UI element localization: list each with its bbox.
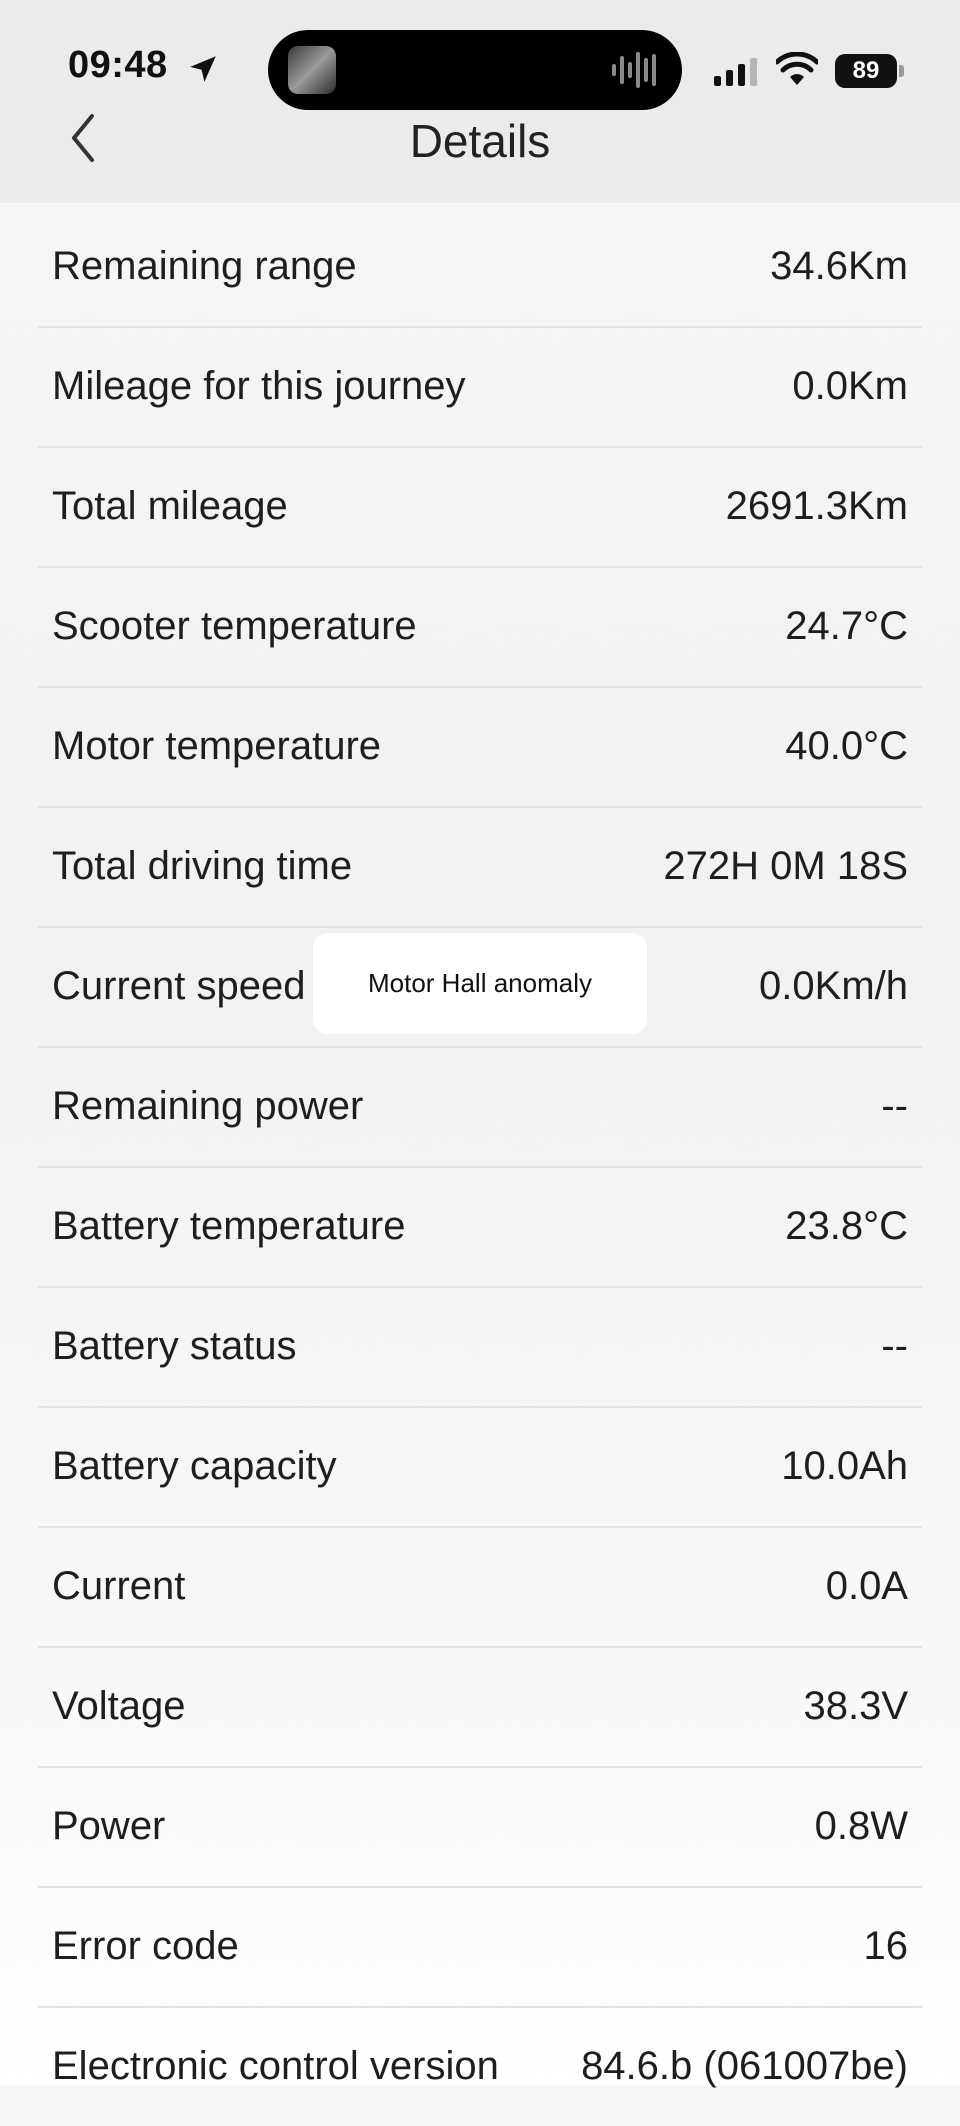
row-label: Remaining power (52, 1084, 364, 1128)
detail-row-current: Current 0.0A (38, 1528, 922, 1648)
detail-row-power: Power 0.8W (38, 1768, 922, 1888)
row-value: -- (881, 1324, 908, 1368)
row-label: Scooter temperature (52, 604, 417, 648)
battery-cap (899, 65, 904, 77)
row-value: 24.7°C (785, 604, 908, 648)
detail-row-journey-mileage: Mileage for this journey 0.0Km (38, 328, 922, 448)
row-value: 34.6Km (770, 244, 908, 288)
row-value: 38.3V (803, 1684, 908, 1728)
row-value: 2691.3Km (725, 484, 908, 528)
detail-row-total-mileage: Total mileage 2691.3Km (38, 448, 922, 568)
detail-row-electronic-control-version: Electronic control version 84.6.b (06100… (38, 2008, 922, 2126)
row-value: 0.0Km/h (759, 964, 908, 1008)
row-label: Battery temperature (52, 1204, 406, 1248)
error-toast: Motor Hall anomaly (313, 933, 647, 1034)
detail-row-scooter-temperature: Scooter temperature 24.7°C (38, 568, 922, 688)
row-label: Motor temperature (52, 724, 382, 768)
detail-row-battery-capacity: Battery capacity 10.0Ah (38, 1408, 922, 1528)
row-value: 0.0Km (792, 364, 908, 408)
location-arrow-icon (190, 56, 216, 82)
row-label: Total mileage (52, 484, 288, 528)
status-time: 09:48 (68, 44, 168, 86)
signal-icon (714, 58, 757, 86)
row-value: 40.0°C (785, 724, 908, 768)
dynamic-island[interactable] (268, 30, 682, 110)
row-label: Battery capacity (52, 1444, 337, 1488)
row-label: Current speed (52, 964, 306, 1008)
row-value: 272H 0M 18S (663, 844, 908, 888)
row-label: Battery status (52, 1324, 297, 1368)
details-list: Remaining range 34.6Km Mileage for this … (38, 208, 922, 2126)
row-label: Power (52, 1804, 166, 1848)
row-value: 84.6.b (061007be) (581, 2044, 908, 2088)
detail-row-remaining-range: Remaining range 34.6Km (38, 208, 922, 328)
detail-row-remaining-power: Remaining power -- (38, 1048, 922, 1168)
detail-row-battery-temperature: Battery temperature 23.8°C (38, 1168, 922, 1288)
battery-level: 89 (835, 54, 897, 88)
row-value: 16 (863, 1924, 909, 1968)
row-label: Current (52, 1564, 186, 1608)
row-value: -- (881, 1084, 908, 1128)
detail-row-total-driving-time: Total driving time 272H 0M 18S (38, 808, 922, 928)
row-value: 10.0Ah (781, 1444, 908, 1488)
wifi-icon (776, 52, 818, 85)
row-value: 0.0A (825, 1564, 908, 1608)
row-label: Total driving time (52, 844, 353, 888)
row-label: Mileage for this journey (52, 364, 466, 408)
detail-row-battery-status: Battery status -- (38, 1288, 922, 1408)
row-label: Voltage (52, 1684, 186, 1728)
page-title: Details (409, 115, 551, 167)
detail-row-motor-temperature: Motor temperature 40.0°C (38, 688, 922, 808)
row-label: Electronic control version (52, 2044, 499, 2088)
top-bar: 09:48 89 Details (0, 0, 960, 203)
battery-icon: 89 (835, 54, 905, 88)
row-value: 0.8W (814, 1804, 908, 1848)
detail-row-voltage: Voltage 38.3V (38, 1648, 922, 1768)
album-art-thumbnail (288, 46, 336, 94)
row-label: Remaining range (52, 244, 357, 288)
detail-row-error-code: Error code 16 (38, 1888, 922, 2008)
row-label: Error code (52, 1924, 239, 1968)
audio-waveform-icon (612, 52, 656, 88)
row-value: 23.8°C (785, 1204, 908, 1248)
